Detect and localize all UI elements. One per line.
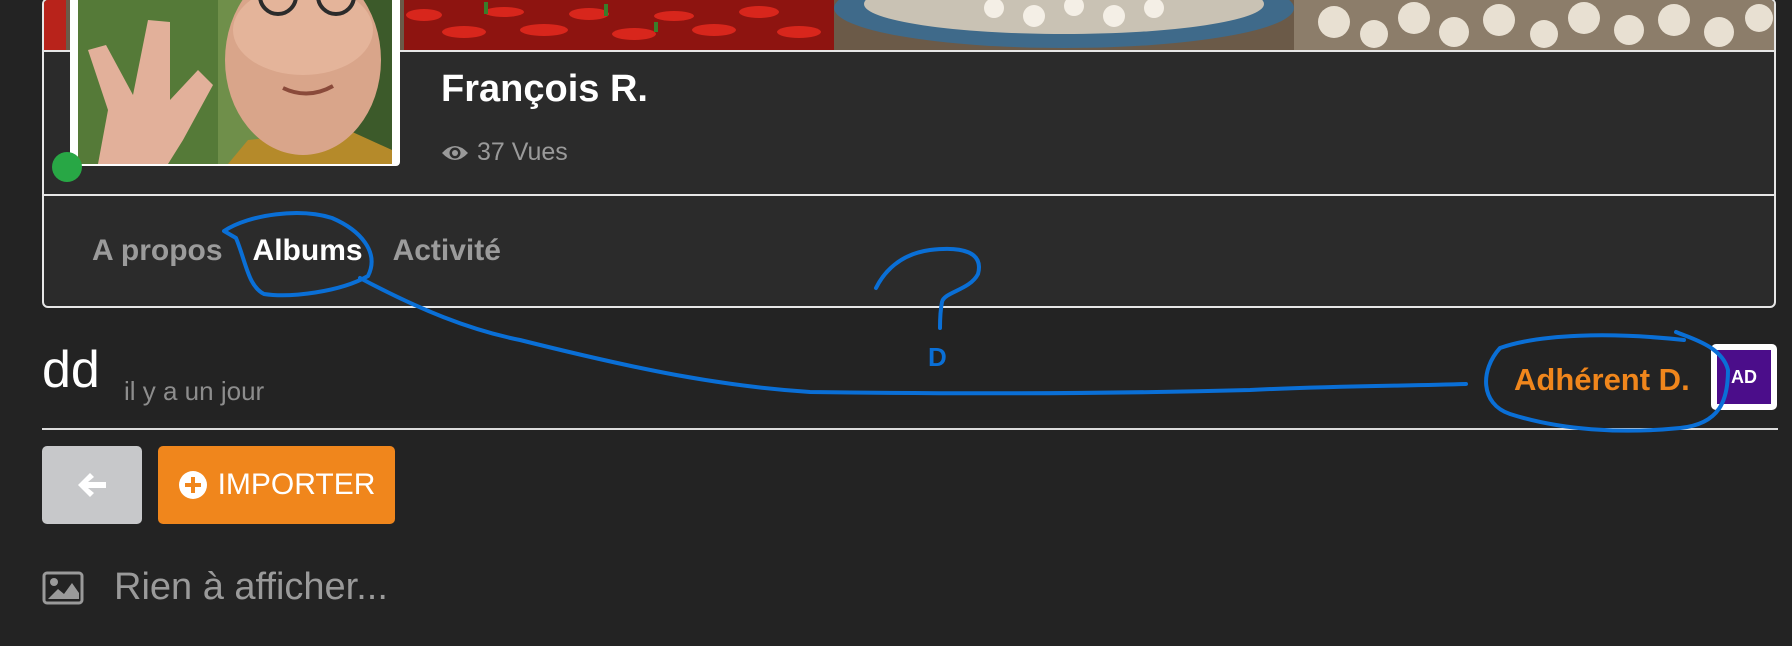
- profile-name: François R.: [441, 68, 648, 110]
- import-button-label: IMPORTER: [217, 468, 376, 501]
- card-divider: [44, 194, 1774, 196]
- avatar-photo: [78, 0, 392, 164]
- eye-icon: [442, 145, 468, 160]
- online-status-indicator: [52, 152, 82, 182]
- views-count: 37 Vues: [477, 138, 568, 166]
- profile-tabs: A propos Albums Activité: [92, 234, 501, 268]
- profile-views: 37 Vues: [441, 138, 568, 167]
- arrow-left-icon: [78, 473, 106, 497]
- tab-a-propos[interactable]: A propos: [92, 234, 223, 268]
- profile-card: François R. 37 Vues A propos Albums Acti…: [42, 0, 1776, 308]
- empty-state-text: Rien à afficher...: [114, 566, 388, 608]
- import-button[interactable]: IMPORTER: [158, 446, 395, 524]
- annotation-letter: D: [928, 342, 947, 372]
- tab-albums[interactable]: Albums: [253, 234, 363, 268]
- back-button[interactable]: [42, 446, 142, 524]
- empty-state: Rien à afficher...: [42, 566, 388, 609]
- plus-circle-icon: [178, 471, 207, 499]
- profile-avatar[interactable]: [70, 0, 400, 166]
- album-title: dd: [42, 341, 100, 399]
- album-header-divider: [42, 428, 1778, 430]
- tab-activite[interactable]: Activité: [393, 234, 501, 268]
- album-owner-name[interactable]: Adhérent D.: [1514, 362, 1690, 398]
- image-icon: [42, 571, 84, 604]
- album-owner-avatar[interactable]: AD: [1711, 344, 1777, 410]
- page: François R. 37 Vues A propos Albums Acti…: [0, 0, 1792, 646]
- album-timestamp: il y a un jour: [124, 376, 265, 406]
